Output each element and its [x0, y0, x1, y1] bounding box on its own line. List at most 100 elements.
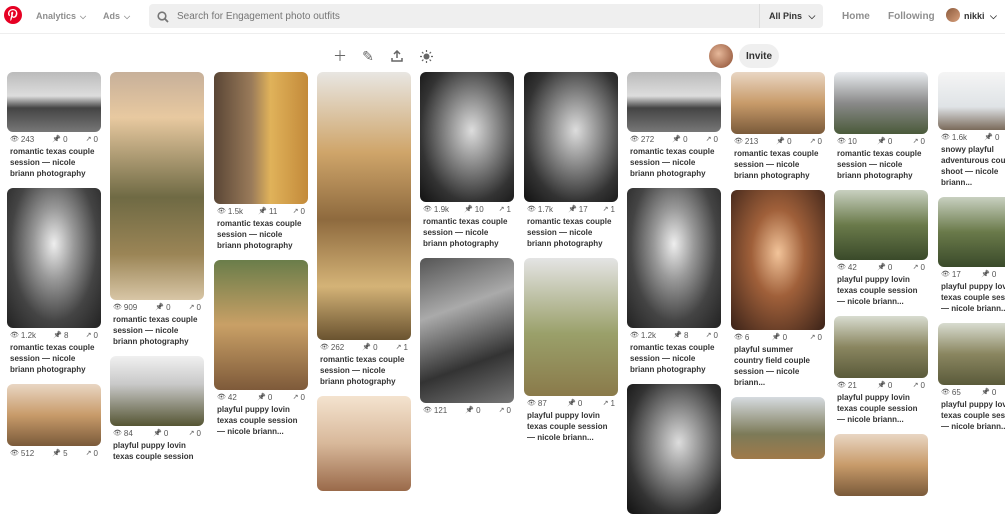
pin-image[interactable] — [7, 384, 101, 446]
pin-image[interactable] — [627, 384, 721, 514]
home-link[interactable]: Home — [842, 11, 870, 22]
pin-title[interactable]: romantic texas couple session — nicole b… — [420, 216, 514, 252]
pin-image[interactable] — [214, 72, 308, 204]
pin-title[interactable]: playful puppy lovin texas couple session… — [524, 410, 618, 446]
pin-card[interactable]: 👁 213 📌 0 ↗ 0 romantic texas couple session — … — [731, 72, 825, 184]
pin-image[interactable] — [834, 190, 928, 260]
pin-title[interactable]: romantic texas couple session — nicole b… — [627, 146, 721, 182]
pin-image[interactable] — [420, 258, 514, 403]
pin-image[interactable] — [214, 260, 308, 390]
pin-image[interactable] — [524, 258, 618, 396]
pin-image[interactable] — [7, 188, 101, 328]
pin-image[interactable] — [834, 316, 928, 378]
pin-card[interactable] — [731, 397, 825, 459]
pin-card[interactable]: 👁 6 📌 0 ↗ 0 playful summer country field coupl… — [731, 190, 825, 391]
pin-title[interactable]: romantic texas couple session — nicole b… — [214, 218, 308, 254]
share-upload-icon[interactable] — [389, 48, 405, 64]
pin-title[interactable]: playful puppy lovin texas couple session… — [938, 281, 1005, 317]
user-avatar[interactable] — [946, 8, 960, 22]
pin-card[interactable]: 👁 262 📌 0 ↗ 1 romantic texas couple session — … — [317, 72, 411, 390]
edit-pencil-icon[interactable]: ✎ — [360, 48, 376, 64]
organize-icon[interactable] — [418, 48, 434, 64]
pin-card[interactable]: 👁 1.7k 📌 17 ↗ 1 romantic texas couple session … — [524, 72, 618, 252]
pin-image[interactable] — [110, 356, 204, 426]
pin-card[interactable]: 👁 84 📌 0 ↗ 0 playful puppy lovin texas couple … — [110, 356, 204, 465]
pin-title[interactable]: romantic texas couple session — nicole b… — [627, 342, 721, 378]
pin-title[interactable]: playful puppy lovin texas couple session… — [834, 392, 928, 428]
search-bar[interactable]: All Pins ⌵ — [149, 4, 823, 28]
pin-card[interactable]: 👁 1.2k 📌 8 ↗ 0 romantic texas couple session —… — [627, 188, 721, 378]
pin-title[interactable]: playful summer country field couple sess… — [731, 344, 825, 391]
pin-image[interactable] — [7, 72, 101, 132]
pin-card[interactable]: 👁 87 📌 0 ↗ 1 playful puppy lovin texas couple … — [524, 258, 618, 446]
following-link[interactable]: Following — [888, 11, 935, 22]
pin-card[interactable]: 👁 121 📌 0 ↗ 0 — [420, 258, 514, 417]
search-scope-dropdown[interactable]: All Pins ⌵ — [759, 4, 823, 28]
pin-image[interactable] — [110, 72, 204, 300]
pin-image[interactable] — [731, 72, 825, 134]
chevron-down-icon: ⌵ — [124, 12, 131, 21]
pin-image[interactable] — [731, 397, 825, 459]
search-input[interactable] — [177, 7, 737, 25]
clicks-count: 0 — [93, 330, 98, 340]
pinterest-logo-icon[interactable] — [4, 6, 22, 24]
pin-card[interactable] — [317, 396, 411, 491]
pin-title[interactable]: playful puppy lovin texas couple session… — [834, 274, 928, 310]
pin-column: 👁 1.7k 📌 17 ↗ 1 romantic texas couple session … — [524, 72, 618, 452]
clicks-stat: ↗ 0 — [499, 406, 511, 415]
arrow-icon: ↗ — [809, 138, 816, 145]
pin-card[interactable]: 👁 42 📌 0 ↗ 0 playful puppy lovin texas couple … — [214, 260, 308, 440]
impressions-count: 1.2k — [640, 330, 657, 340]
pin-card[interactable]: 👁65📌0↗0playful puppy lovin texas couple … — [938, 323, 1005, 435]
arrow-icon: ↗ — [188, 304, 195, 311]
pin-title[interactable]: romantic texas couple session — nicole b… — [7, 342, 101, 378]
pin-image[interactable] — [420, 72, 514, 202]
pin-image[interactable] — [731, 190, 825, 330]
pin-column: 👁 909 📌 0 ↗ 0 romantic texas couple session — … — [110, 72, 204, 471]
pin-title[interactable]: playful puppy lovin texas couple session… — [938, 399, 1005, 435]
user-menu[interactable]: nikki ⌵ — [964, 11, 997, 22]
pin-card[interactable]: 👁 42 📌 0 ↗ 0 playful puppy lovin texas couple … — [834, 190, 928, 310]
pin-image[interactable] — [317, 72, 411, 340]
pin-image[interactable] — [938, 323, 1005, 385]
pin-title[interactable]: snowy playful adventurous couple shoot —… — [938, 144, 1005, 191]
collaborator-avatar[interactable] — [709, 44, 733, 68]
analytics-menu[interactable]: Analytics ⌵ — [36, 11, 86, 22]
impressions-stat: 👁 17 — [941, 270, 961, 279]
pin-image[interactable] — [524, 72, 618, 202]
pin-card[interactable] — [834, 434, 928, 496]
pin-card[interactable]: 👁 243 📌 0 ↗ 0 romantic texas couple session — … — [7, 72, 101, 182]
pin-card[interactable]: 👁 21 📌 0 ↗ 0 playful puppy lovin texas couple … — [834, 316, 928, 428]
invite-button[interactable]: Invite — [739, 44, 779, 68]
pin-image[interactable] — [627, 72, 721, 132]
pin-image[interactable] — [938, 72, 1005, 130]
pin-card[interactable] — [627, 384, 721, 514]
pin-card[interactable]: 👁 272 📌 0 ↗ 0 romantic texas couple session — … — [627, 72, 721, 182]
pin-stats: 👁 1.5k 📌 11 ↗ 0 — [214, 204, 308, 218]
pin-title[interactable]: playful puppy lovin texas couple session — [110, 440, 204, 465]
pin-image[interactable] — [938, 197, 1005, 267]
pin-card[interactable]: 👁 1.5k 📌 11 ↗ 0 romantic texas couple session … — [214, 72, 308, 254]
pin-image[interactable] — [834, 72, 928, 134]
pin-card[interactable]: 👁 909 📌 0 ↗ 0 romantic texas couple session — … — [110, 72, 204, 350]
pin-card[interactable]: 👁 512 📌 5 ↗ 0 — [7, 384, 101, 460]
pin-card[interactable]: 👁 1.9k 📌 10 ↗ 1 romantic texas couple session … — [420, 72, 514, 252]
pin-image[interactable] — [834, 434, 928, 496]
pin-title[interactable]: romantic texas couple session — nicole b… — [834, 148, 928, 184]
pin-title[interactable]: romantic texas couple session — nicole b… — [317, 354, 411, 390]
arrow-icon: ↗ — [912, 264, 919, 271]
pin-image[interactable] — [627, 188, 721, 328]
saves-stat: 📌 0 — [155, 303, 170, 312]
pin-card[interactable]: 👁17📌0↗0playful puppy lovin texas couple … — [938, 197, 1005, 317]
pin-title[interactable]: playful puppy lovin texas couple session… — [214, 404, 308, 440]
pin-title[interactable]: romantic texas couple session — nicole b… — [110, 314, 204, 350]
pin-image[interactable] — [317, 396, 411, 491]
pin-card[interactable]: 👁 10 📌 0 ↗ 0 romantic texas couple session — n… — [834, 72, 928, 184]
pin-card[interactable]: 👁 1.2k 📌 8 ↗ 0 romantic texas couple session —… — [7, 188, 101, 378]
add-icon[interactable]: ＋ — [332, 48, 348, 64]
ads-menu[interactable]: Ads ⌵ — [103, 11, 130, 22]
pin-title[interactable]: romantic texas couple session — nicole b… — [731, 148, 825, 184]
pin-title[interactable]: romantic texas couple session — nicole b… — [524, 216, 618, 252]
pin-title[interactable]: romantic texas couple session — nicole b… — [7, 146, 101, 182]
pin-card[interactable]: 👁1.6k📌0↗0snowy playful adventurous coupl… — [938, 72, 1005, 191]
